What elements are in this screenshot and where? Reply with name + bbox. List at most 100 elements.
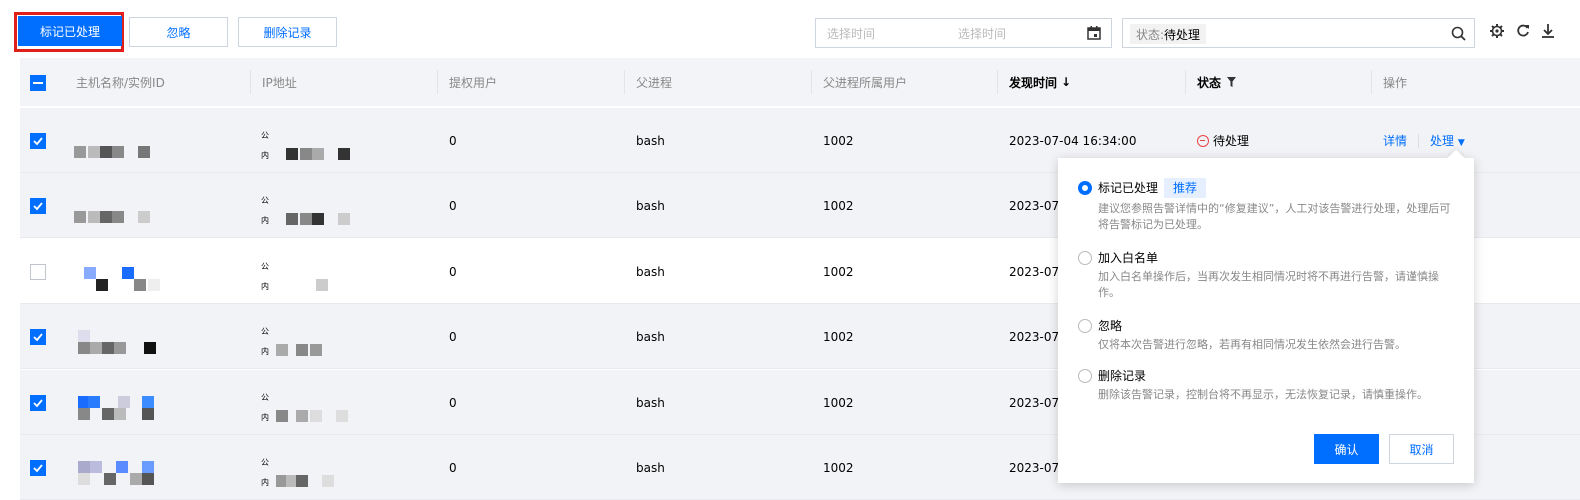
row-checkbox[interactable]	[30, 133, 46, 149]
cell-parent: bash	[636, 460, 665, 475]
ip-type-tags: 公内	[261, 126, 269, 166]
row-checkbox[interactable]	[30, 329, 46, 345]
filter-icon[interactable]	[1227, 77, 1237, 87]
cell-found-time: 2023-07-	[1009, 198, 1064, 213]
cell-parent-user: 1002	[823, 133, 854, 148]
column-host: 主机名称/实例ID	[76, 75, 165, 90]
public-ip-tag: 公	[261, 458, 269, 467]
radio-ignore[interactable]	[1078, 319, 1092, 333]
cell-parent: bash	[636, 198, 665, 213]
radio-whitelist[interactable]	[1078, 251, 1092, 265]
cancel-button[interactable]: 取消	[1389, 434, 1454, 464]
filter-value: 待处理	[1164, 27, 1201, 42]
table-header: 主机名称/实例ID IP地址 提权用户 父进程 父进程所属用户 发现时间 ↓ 状…	[20, 58, 1580, 106]
column-divider	[997, 70, 998, 94]
ip-type-tags: 公内	[261, 453, 269, 493]
search-input[interactable]: 状态: 待处理	[1122, 18, 1475, 48]
option-mark-handled-desc: 建议您参照告警详情中的“修复建议”，人工对该告警进行处理，处理后可将告警标记为已…	[1098, 202, 1451, 231]
column-status-label: 状态	[1197, 75, 1222, 90]
private-ip-tag: 内	[261, 151, 269, 160]
cell-found-time: 2023-07-	[1009, 395, 1064, 410]
select-all-checkbox[interactable]	[30, 75, 46, 91]
action-divider	[1418, 133, 1420, 148]
sort-arrow-icon[interactable]: ↓	[1061, 75, 1071, 89]
column-found-time[interactable]: 发现时间 ↓	[1009, 58, 1071, 106]
cell-parent-user: 1002	[823, 460, 854, 475]
check-icon	[33, 333, 43, 342]
column-divider	[1371, 70, 1372, 94]
option-mark-handled-label: 标记已处理	[1098, 181, 1159, 195]
column-ip: IP地址	[262, 75, 297, 90]
cell-found-time: 2023-07-	[1009, 460, 1064, 475]
column-divider	[624, 70, 625, 94]
cell-parent: bash	[636, 133, 665, 148]
date-range-picker[interactable]: 选择时间 选择时间	[815, 18, 1112, 48]
column-status[interactable]: 状态	[1197, 58, 1237, 106]
option-ignore-label: 忽略	[1098, 319, 1123, 333]
option-whitelist-desc: 加入白名单操作后，当再次发生相同情况时将不再进行告警，请谨慎操作。	[1098, 270, 1439, 299]
check-icon	[33, 399, 43, 408]
option-delete-desc: 删除该告警记录，控制台将不再显示，无法恢复记录，请慎重操作。	[1098, 388, 1428, 401]
date-end-placeholder[interactable]: 选择时间	[958, 25, 1006, 42]
column-found-time-label: 发现时间	[1009, 75, 1058, 90]
caret-down-icon: ▼	[1457, 138, 1465, 148]
public-ip-tag: 公	[261, 262, 269, 271]
toolbar: 标记已处理 忽略 删除记录 选择时间 选择时间 状态: 待处理	[0, 0, 1580, 58]
cell-user: 0	[449, 264, 457, 279]
cell-user: 0	[449, 198, 457, 213]
ignore-button[interactable]: 忽略	[129, 17, 228, 47]
row-checkbox[interactable]	[30, 264, 46, 280]
check-icon	[33, 464, 43, 473]
column-divider	[1185, 70, 1186, 94]
ip-type-tags: 公内	[261, 257, 269, 297]
row-checkbox[interactable]	[30, 198, 46, 214]
cell-parent: bash	[636, 395, 665, 410]
handle-dropdown[interactable]: 处理 ▼	[1430, 132, 1465, 149]
public-ip-tag: 公	[261, 327, 269, 336]
radio-mark-handled[interactable]	[1078, 181, 1092, 195]
cell-parent: bash	[636, 329, 665, 344]
cell-parent-user: 1002	[823, 395, 854, 410]
option-ignore-desc: 仅将本次告警进行忽略，若再有相同情况发生依然会进行告警。	[1098, 338, 1406, 351]
private-ip-tag: 内	[261, 413, 269, 422]
row-checkbox[interactable]	[30, 395, 46, 411]
delete-record-button[interactable]: 删除记录	[238, 17, 337, 47]
option-delete-label: 删除记录	[1098, 369, 1147, 383]
cell-parent: bash	[636, 264, 665, 279]
search-icon[interactable]	[1451, 26, 1466, 41]
pending-status-icon	[1197, 134, 1209, 147]
refresh-icon[interactable]	[1515, 23, 1531, 39]
filter-tag[interactable]: 状态: 待处理	[1130, 24, 1207, 44]
column-parent: 父进程	[636, 75, 673, 90]
check-icon	[33, 202, 43, 211]
status-label: 待处理	[1213, 134, 1250, 148]
column-divider	[437, 70, 438, 94]
cell-user: 0	[449, 460, 457, 475]
private-ip-tag: 内	[261, 216, 269, 225]
column-divider	[811, 70, 812, 94]
detail-link[interactable]: 详情	[1383, 132, 1407, 149]
column-actions: 操作	[1383, 75, 1408, 90]
check-icon	[33, 137, 43, 146]
cell-parent-user: 1002	[823, 264, 854, 279]
ip-type-tags: 公内	[261, 388, 269, 428]
mark-handled-button[interactable]: 标记已处理	[18, 16, 122, 46]
cell-parent-user: 1002	[823, 329, 854, 344]
gear-icon[interactable]	[1489, 23, 1505, 39]
calendar-icon[interactable]	[1087, 26, 1101, 40]
radio-delete[interactable]	[1078, 369, 1092, 383]
row-checkbox[interactable]	[30, 460, 46, 476]
recommend-tag: 推荐	[1164, 178, 1207, 198]
download-icon[interactable]	[1540, 23, 1556, 39]
column-user: 提权用户	[449, 75, 498, 90]
private-ip-tag: 内	[261, 347, 269, 356]
filter-key: 状态:	[1136, 27, 1165, 42]
ip-type-tags: 公内	[261, 322, 269, 362]
public-ip-tag: 公	[261, 131, 269, 140]
confirm-button[interactable]: 确认	[1314, 434, 1379, 464]
cell-user: 0	[449, 395, 457, 410]
cell-parent-user: 1002	[823, 198, 854, 213]
date-start-placeholder[interactable]: 选择时间	[827, 25, 875, 42]
ip-type-tags: 公内	[261, 191, 269, 231]
column-divider	[250, 70, 251, 94]
